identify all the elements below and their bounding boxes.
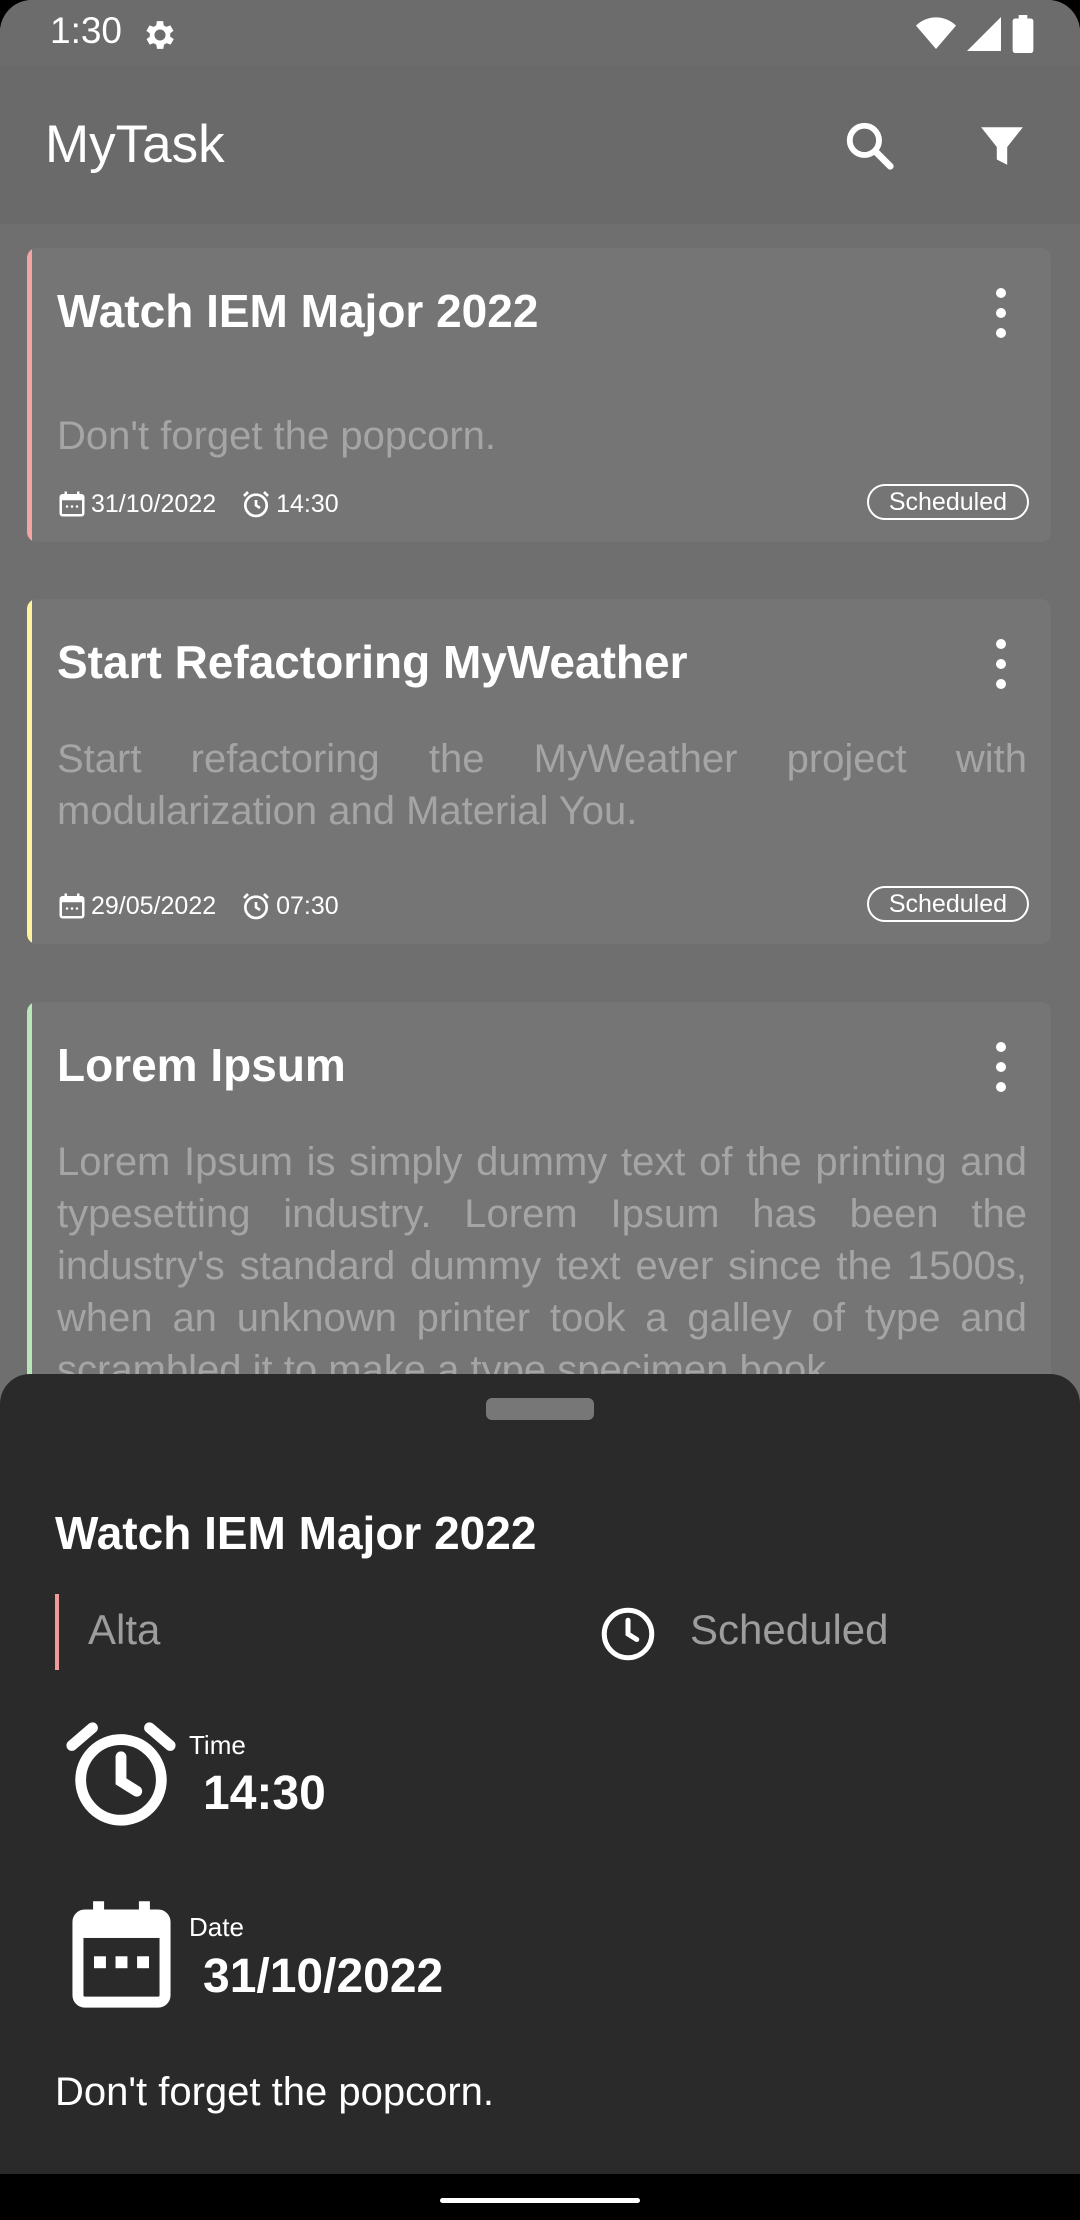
calendar-icon: [59, 893, 85, 919]
more-options-button[interactable]: [991, 639, 1011, 689]
wifi-icon: [916, 17, 956, 49]
task-meta: 29/05/2022 07:30: [57, 890, 363, 922]
task-list: Watch IEM Major 2022 Don't forget the po…: [0, 224, 1080, 1422]
battery-icon: [1012, 15, 1034, 53]
task-title: Lorem Ipsum: [57, 1039, 346, 1091]
priority-accent: [27, 1002, 32, 1422]
task-title: Watch IEM Major 2022: [57, 285, 539, 337]
task-time: 14:30: [276, 489, 339, 518]
time-value: 14:30: [203, 1767, 326, 1820]
task-description: Lorem Ipsum is simply dummy text of the …: [57, 1140, 1027, 1392]
status-badge: Scheduled: [866, 484, 1029, 520]
status-label: Scheduled: [690, 1606, 889, 1653]
task-card[interactable]: Watch IEM Major 2022 Don't forget the po…: [27, 248, 1051, 542]
alarm-icon: [243, 491, 270, 518]
sheet-title: Watch IEM Major 2022: [55, 1507, 537, 1559]
priority-indicator: [55, 1594, 59, 1670]
app-screen: 1:30 MyTask Watch IEM Major 2022 Don't f…: [0, 0, 1080, 2220]
more-vert-icon: [996, 288, 1006, 298]
status-badge: Scheduled: [866, 886, 1029, 922]
priority-label: Alta: [88, 1606, 161, 1653]
gear-icon: [146, 21, 174, 49]
more-vert-icon: [996, 639, 1006, 649]
task-description: Don't forget the popcorn.: [57, 414, 497, 458]
task-card[interactable]: Lorem Ipsum Lorem Ipsum is simply dummy …: [27, 1002, 1051, 1422]
calendar-icon: [72, 1901, 171, 2008]
sheet-description: Don't forget the popcorn.: [55, 2070, 495, 2114]
task-card[interactable]: Start Refactoring MyWeather Start refact…: [27, 599, 1051, 944]
search-button[interactable]: [830, 106, 910, 186]
task-date: 31/10/2022: [91, 489, 217, 518]
status-time: 1:30: [50, 10, 123, 51]
status-bar: 1:30: [0, 0, 1080, 66]
task-title: Start Refactoring MyWeather: [57, 636, 688, 688]
time-label: Time: [189, 1730, 246, 1760]
search-icon: [846, 122, 894, 170]
priority-accent: [27, 248, 32, 542]
task-meta: 31/10/2022 14:30: [57, 488, 363, 520]
top-app-bar: MyTask: [0, 66, 1080, 224]
calendar-icon: [59, 491, 85, 517]
app-title: MyTask: [45, 115, 225, 174]
priority-accent: [27, 599, 32, 944]
clock-icon: [601, 1607, 655, 1661]
more-options-button[interactable]: [991, 288, 1011, 338]
filter-button[interactable]: [962, 106, 1042, 186]
more-vert-icon: [996, 1042, 1006, 1052]
alarm-clock-icon: [66, 1722, 176, 1826]
drag-handle[interactable]: [486, 1398, 594, 1420]
task-date: 29/05/2022: [91, 891, 217, 920]
navigation-bar: [0, 2174, 1080, 2220]
filter-icon: [981, 127, 1023, 165]
date-value: 31/10/2022: [203, 1950, 444, 2003]
task-time: 07:30: [276, 891, 339, 920]
home-gesture-handle[interactable]: [440, 2198, 640, 2203]
more-options-button[interactable]: [991, 1042, 1011, 1092]
alarm-icon: [243, 893, 270, 920]
signal-icon: [967, 17, 1001, 51]
task-detail-sheet[interactable]: Watch IEM Major 2022 Alta Scheduled Time…: [0, 1374, 1080, 2174]
status-icons: [916, 14, 1034, 54]
task-description: Start refactoring the MyWeather project …: [57, 737, 1027, 833]
date-label: Date: [189, 1912, 244, 1942]
